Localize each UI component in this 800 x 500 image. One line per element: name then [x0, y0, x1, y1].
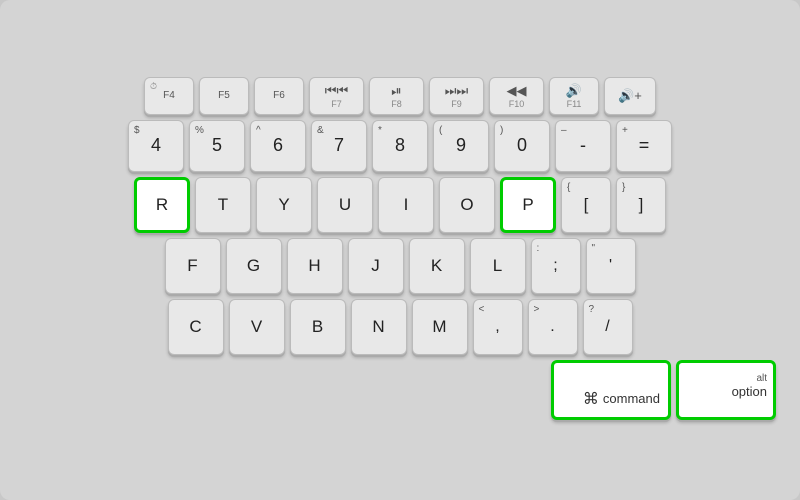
key-comma[interactable]: < ,	[473, 299, 523, 355]
key-f7[interactable]: ⏮⏮ F7	[309, 77, 364, 115]
key-m[interactable]: M	[412, 299, 468, 355]
key-c[interactable]: C	[168, 299, 224, 355]
key-p[interactable]: P	[500, 177, 556, 233]
key-bracket-open[interactable]: { [	[561, 177, 611, 233]
key-4[interactable]: $ 4	[128, 120, 184, 172]
key-minus[interactable]: – -	[555, 120, 611, 172]
key-9[interactable]: ( 9	[433, 120, 489, 172]
key-bracket-close[interactable]: } ]	[616, 177, 666, 233]
key-equals[interactable]: + =	[616, 120, 672, 172]
key-f8[interactable]: ⏯ F8	[369, 77, 424, 115]
key-6[interactable]: ^ 6	[250, 120, 306, 172]
key-f5[interactable]: F5	[199, 77, 249, 115]
key-u[interactable]: U	[317, 177, 373, 233]
bot-row: C V B N M < , > . ? /	[12, 299, 788, 355]
key-g[interactable]: G	[226, 238, 282, 294]
key-f11[interactable]: 🔊 F11	[549, 77, 599, 115]
key-r[interactable]: R	[134, 177, 190, 233]
key-j[interactable]: J	[348, 238, 404, 294]
key-h[interactable]: H	[287, 238, 343, 294]
key-option[interactable]: alt option	[676, 360, 776, 420]
key-o[interactable]: O	[439, 177, 495, 233]
key-i[interactable]: I	[378, 177, 434, 233]
key-slash[interactable]: ? /	[583, 299, 633, 355]
fn-row: ⏱ F4 F5 F6 ⏮⏮ F7 ⏯ F8 ⏭⏭ F9 ◀◀ F10 🔊 F11	[12, 77, 788, 115]
mid-row: F G H J K L : ; " '	[12, 238, 788, 294]
key-f12[interactable]: 🔊+	[604, 77, 656, 115]
key-b[interactable]: B	[290, 299, 346, 355]
key-y[interactable]: Y	[256, 177, 312, 233]
key-l[interactable]: L	[470, 238, 526, 294]
num-row: $ 4 % 5 ^ 6 & 7 * 8 ( 9 ) 0 – -	[12, 120, 788, 172]
key-semicolon[interactable]: : ;	[531, 238, 581, 294]
key-5[interactable]: % 5	[189, 120, 245, 172]
key-f6[interactable]: F6	[254, 77, 304, 115]
keyboard: ⏱ F4 F5 F6 ⏮⏮ F7 ⏯ F8 ⏭⏭ F9 ◀◀ F10 🔊 F11	[0, 0, 800, 500]
top-row: R T Y U I O P { [ } ]	[12, 177, 788, 233]
modifier-row: ⌘ command alt option	[12, 360, 788, 420]
key-period[interactable]: > .	[528, 299, 578, 355]
key-0[interactable]: ) 0	[494, 120, 550, 172]
key-command[interactable]: ⌘ command	[551, 360, 671, 420]
key-n[interactable]: N	[351, 299, 407, 355]
key-t[interactable]: T	[195, 177, 251, 233]
key-quote[interactable]: " '	[586, 238, 636, 294]
key-f[interactable]: F	[165, 238, 221, 294]
key-f4[interactable]: ⏱ F4	[144, 77, 194, 115]
key-f10[interactable]: ◀◀ F10	[489, 77, 544, 115]
key-f9[interactable]: ⏭⏭ F9	[429, 77, 484, 115]
key-7[interactable]: & 7	[311, 120, 367, 172]
key-v[interactable]: V	[229, 299, 285, 355]
key-8[interactable]: * 8	[372, 120, 428, 172]
key-k[interactable]: K	[409, 238, 465, 294]
